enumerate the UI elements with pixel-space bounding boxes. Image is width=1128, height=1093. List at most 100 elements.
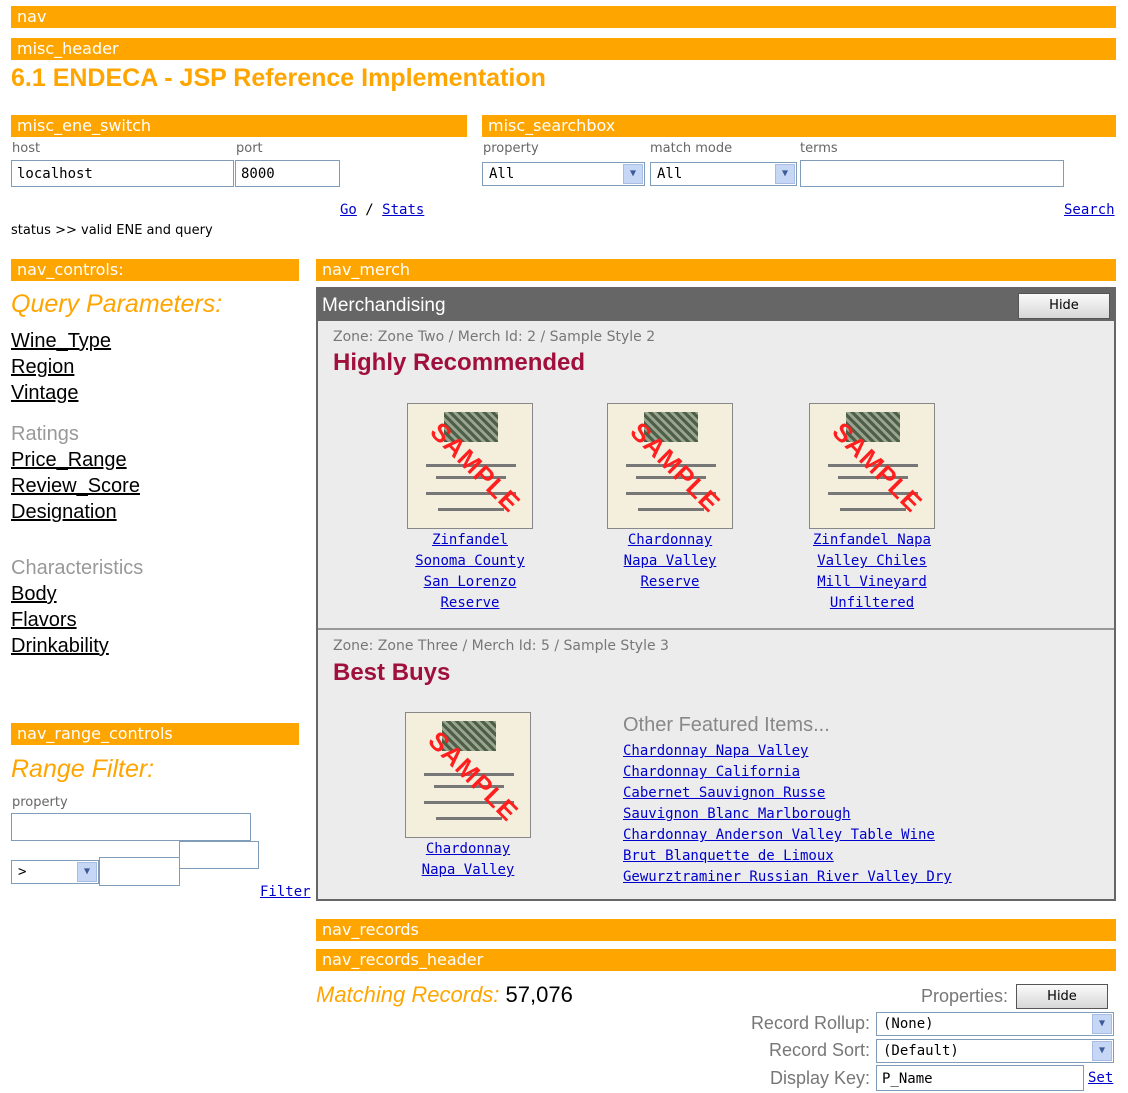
merch-item-3-line[interactable]: Zinfandel Napa [792,530,952,551]
zone-divider [318,628,1114,630]
zone-1-meta: Zone: Zone Two / Merch Id: 2 / Sample St… [333,329,656,345]
merch-item-1-caption[interactable]: Zinfandel Sonoma County San Lorenzo Rese… [390,530,550,614]
merch-item-3-line[interactable]: Valley Chiles [792,551,952,572]
chevron-down-icon[interactable]: ▼ [1092,1014,1112,1034]
nav-range-controls-bar: nav_range_controls [11,723,299,745]
record-sort-label: Record Sort: [768,1040,870,1060]
property-label: property [483,141,539,156]
range-property-input[interactable] [11,813,251,841]
match-mode-select[interactable]: All ▼ [650,162,797,186]
search-link[interactable]: Search [1064,202,1115,218]
match-mode-select-value: All [657,166,683,182]
record-rollup-select[interactable]: (None) ▼ [876,1012,1114,1036]
dimension-link-review-score[interactable]: Review_Score [11,473,140,499]
dimension-link-price-range[interactable]: Price_Range [11,447,140,473]
property-select-value: All [489,166,515,182]
wine-label-image[interactable]: SAMPLE [809,403,935,529]
display-key-input[interactable]: P_Name [876,1065,1084,1091]
query-parameters-heading: Query Parameters: [11,290,223,318]
matching-records-count: 57,076 [505,982,573,1007]
merch-item-2-line[interactable]: Napa Valley [590,551,750,572]
merch-item-3-caption[interactable]: Zinfandel Napa Valley Chiles Mill Vineya… [792,530,952,614]
filter-link[interactable]: Filter [260,884,311,900]
nav-records-header-bar: nav_records_header [316,949,1116,971]
wine-label-image[interactable]: SAMPLE [407,403,533,529]
record-rollup-label: Record Rollup: [750,1013,870,1033]
chevron-down-icon[interactable]: ▼ [623,164,643,184]
misc-ene-switch-bar: misc_ene_switch [11,115,467,137]
merch-item-1-line[interactable]: Reserve [390,593,550,614]
record-sort-select[interactable]: (Default) ▼ [876,1039,1114,1063]
nav-bar: nav [11,6,1116,28]
dimension-link-drinkability[interactable]: Drinkability [11,633,109,659]
wine-label-image[interactable]: SAMPLE [607,403,733,529]
misc-header-bar: misc_header [11,38,1116,60]
other-featured-list: Chardonnay Napa Valley Chardonnay Califo… [623,741,952,888]
go-stats-separator: / [365,202,374,218]
range-operator-select[interactable]: > ▼ [11,860,99,884]
other-featured-link[interactable]: Gewurztraminer Russian River Valley Dry [623,867,952,888]
other-featured-link[interactable]: Sauvignon Blanc Marlborough [623,804,952,825]
chevron-down-icon[interactable]: ▼ [77,862,97,882]
status-text: status >> valid ENE and query [11,223,213,238]
merch-item-2-caption[interactable]: Chardonnay Napa Valley Reserve [590,530,750,593]
dimension-link-vintage[interactable]: Vintage [11,380,111,406]
merch-item-1-line[interactable]: San Lorenzo [390,572,550,593]
dimension-link-region[interactable]: Region [11,354,111,380]
misc-searchbox-bar: misc_searchbox [482,115,1116,137]
other-featured-title: Other Featured Items... [623,714,830,736]
wine-label-image[interactable]: SAMPLE [405,712,531,838]
merch-item-1-line[interactable]: Zinfandel [390,530,550,551]
merch-item-2-line[interactable]: Chardonnay [590,530,750,551]
matching-records-label: Matching Records: [316,982,500,1007]
go-stats-links: Go / Stats [340,202,424,218]
stats-link[interactable]: Stats [382,202,424,218]
chevron-down-icon[interactable]: ▼ [775,164,795,184]
nav-controls-bar: nav_controls: [11,259,299,281]
best-buy-item-line[interactable]: Napa Valley [388,860,548,881]
host-input[interactable]: localhost [11,160,234,187]
dimension-link-designation[interactable]: Designation [11,499,140,525]
set-link[interactable]: Set [1088,1070,1113,1086]
other-featured-link[interactable]: Cabernet Sauvignon Russe [623,783,952,804]
merch-item-1-line[interactable]: Sonoma County [390,551,550,572]
zone-2-meta: Zone: Zone Three / Merch Id: 5 / Sample … [333,638,669,654]
range-operator-value: > [18,864,27,880]
other-featured-link[interactable]: Brut Blanquette de Limoux [623,846,952,867]
merch-item-2-line[interactable]: Reserve [590,572,750,593]
dimension-link-body[interactable]: Body [11,581,109,607]
terms-label: terms [800,141,838,156]
properties-hide-button[interactable]: Hide [1016,984,1108,1009]
ratings-group-title: Ratings [11,423,79,445]
dimension-group-2: Price_Range Review_Score Designation [11,447,140,525]
port-input[interactable]: 8000 [235,160,340,187]
best-buy-item-caption[interactable]: Chardonnay Napa Valley [388,839,548,881]
nav-records-bar: nav_records [316,919,1116,941]
dimension-link-flavors[interactable]: Flavors [11,607,109,633]
merchandising-header: Merchandising Hide [318,289,1114,321]
dimension-link-wine-type[interactable]: Wine_Type [11,328,111,354]
dimension-group-3: Body Flavors Drinkability [11,581,109,659]
record-rollup-value: (None) [883,1016,934,1032]
terms-input[interactable] [800,160,1064,187]
property-select[interactable]: All ▼ [482,162,645,186]
best-buy-item-line[interactable]: Chardonnay [388,839,548,860]
dimension-group-1: Wine_Type Region Vintage [11,328,111,406]
merch-hide-button[interactable]: Hide [1018,293,1110,319]
port-label: port [236,141,263,156]
merchandising-title: Merchandising [322,295,446,316]
other-featured-link[interactable]: Chardonnay Napa Valley [623,741,952,762]
other-featured-link[interactable]: Chardonnay Anderson Valley Table Wine [623,825,952,846]
merch-item-3-line[interactable]: Unfiltered [792,593,952,614]
range-upper-input[interactable] [179,841,259,869]
range-lower-input[interactable] [99,857,180,886]
display-key-label: Display Key: [769,1068,870,1088]
go-link[interactable]: Go [340,202,357,218]
chevron-down-icon[interactable]: ▼ [1092,1041,1112,1061]
nav-merch-bar: nav_merch [316,259,1116,281]
other-featured-link[interactable]: Chardonnay California [623,762,952,783]
matching-records: Matching Records: 57,076 [316,982,573,1008]
merch-item-3-line[interactable]: Mill Vineyard [792,572,952,593]
host-label: host [12,141,41,156]
range-property-label: property [12,795,68,810]
